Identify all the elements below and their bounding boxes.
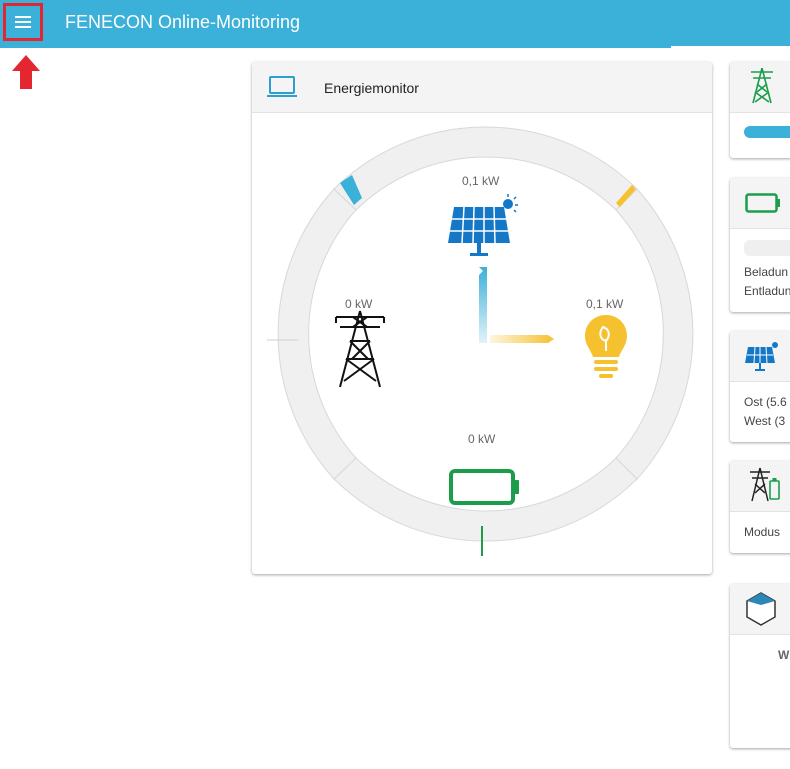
consumption-value: 0,1 kW xyxy=(586,297,624,311)
production-west-label: West (3 xyxy=(744,414,786,428)
storage-charge-label: Beladun xyxy=(744,265,789,279)
production-card[interactable]: Ost (5.6 West (3 xyxy=(730,331,790,442)
storage-card[interactable]: Beladun Entladun xyxy=(730,178,790,312)
power-tower-icon xyxy=(751,68,773,104)
energy-monitor-card: Energiemonitor 0,1 kW 0 kW 0,1 kW 0 kW xyxy=(252,62,712,574)
production-east-label: Ost (5.6 xyxy=(744,395,787,409)
menu-icon xyxy=(15,16,31,28)
storage-discharge-label: Entladun xyxy=(744,284,790,298)
hexagon-icon xyxy=(746,592,776,626)
solar-panel-icon xyxy=(448,194,518,256)
grid-card[interactable] xyxy=(730,62,790,158)
solar-panel-icon xyxy=(745,342,778,371)
lightbulb-icon xyxy=(585,315,627,378)
energy-monitor-header: Energiemonitor xyxy=(252,62,712,113)
top-app-bar: FENECON Online-Monitoring xyxy=(0,0,790,46)
production-flow-arrow xyxy=(479,267,487,343)
production-value: 0,1 kW xyxy=(462,174,500,188)
widget-label: W xyxy=(778,648,790,662)
grid-value: 0 kW xyxy=(345,297,373,311)
widget-card[interactable]: W xyxy=(730,584,790,748)
gridmode-card-header xyxy=(730,461,790,512)
consumption-flow-arrow xyxy=(490,335,554,343)
gridmode-label: Modus xyxy=(744,525,781,539)
widget-card-header xyxy=(730,584,790,635)
storage-ring-marker xyxy=(481,526,483,556)
red-arrow-icon xyxy=(12,55,40,89)
battery-icon xyxy=(745,193,780,213)
storage-value: 0 kW xyxy=(468,432,496,446)
battery-icon xyxy=(449,469,519,505)
grid-card-header xyxy=(730,62,790,113)
grid-progress-bar xyxy=(744,126,790,138)
storage-progress-bar xyxy=(744,240,790,256)
top-bar-underline xyxy=(0,46,790,48)
production-card-header xyxy=(730,331,790,382)
storage-card-header xyxy=(730,178,790,229)
grid-storage-icon xyxy=(750,467,780,502)
energy-monitor-title: Energiemonitor xyxy=(324,80,419,96)
laptop-icon xyxy=(267,76,297,97)
menu-button[interactable] xyxy=(3,3,43,41)
power-tower-icon xyxy=(335,310,385,388)
gridmode-card[interactable]: Modus xyxy=(730,461,790,553)
app-title: FENECON Online-Monitoring xyxy=(65,12,301,32)
